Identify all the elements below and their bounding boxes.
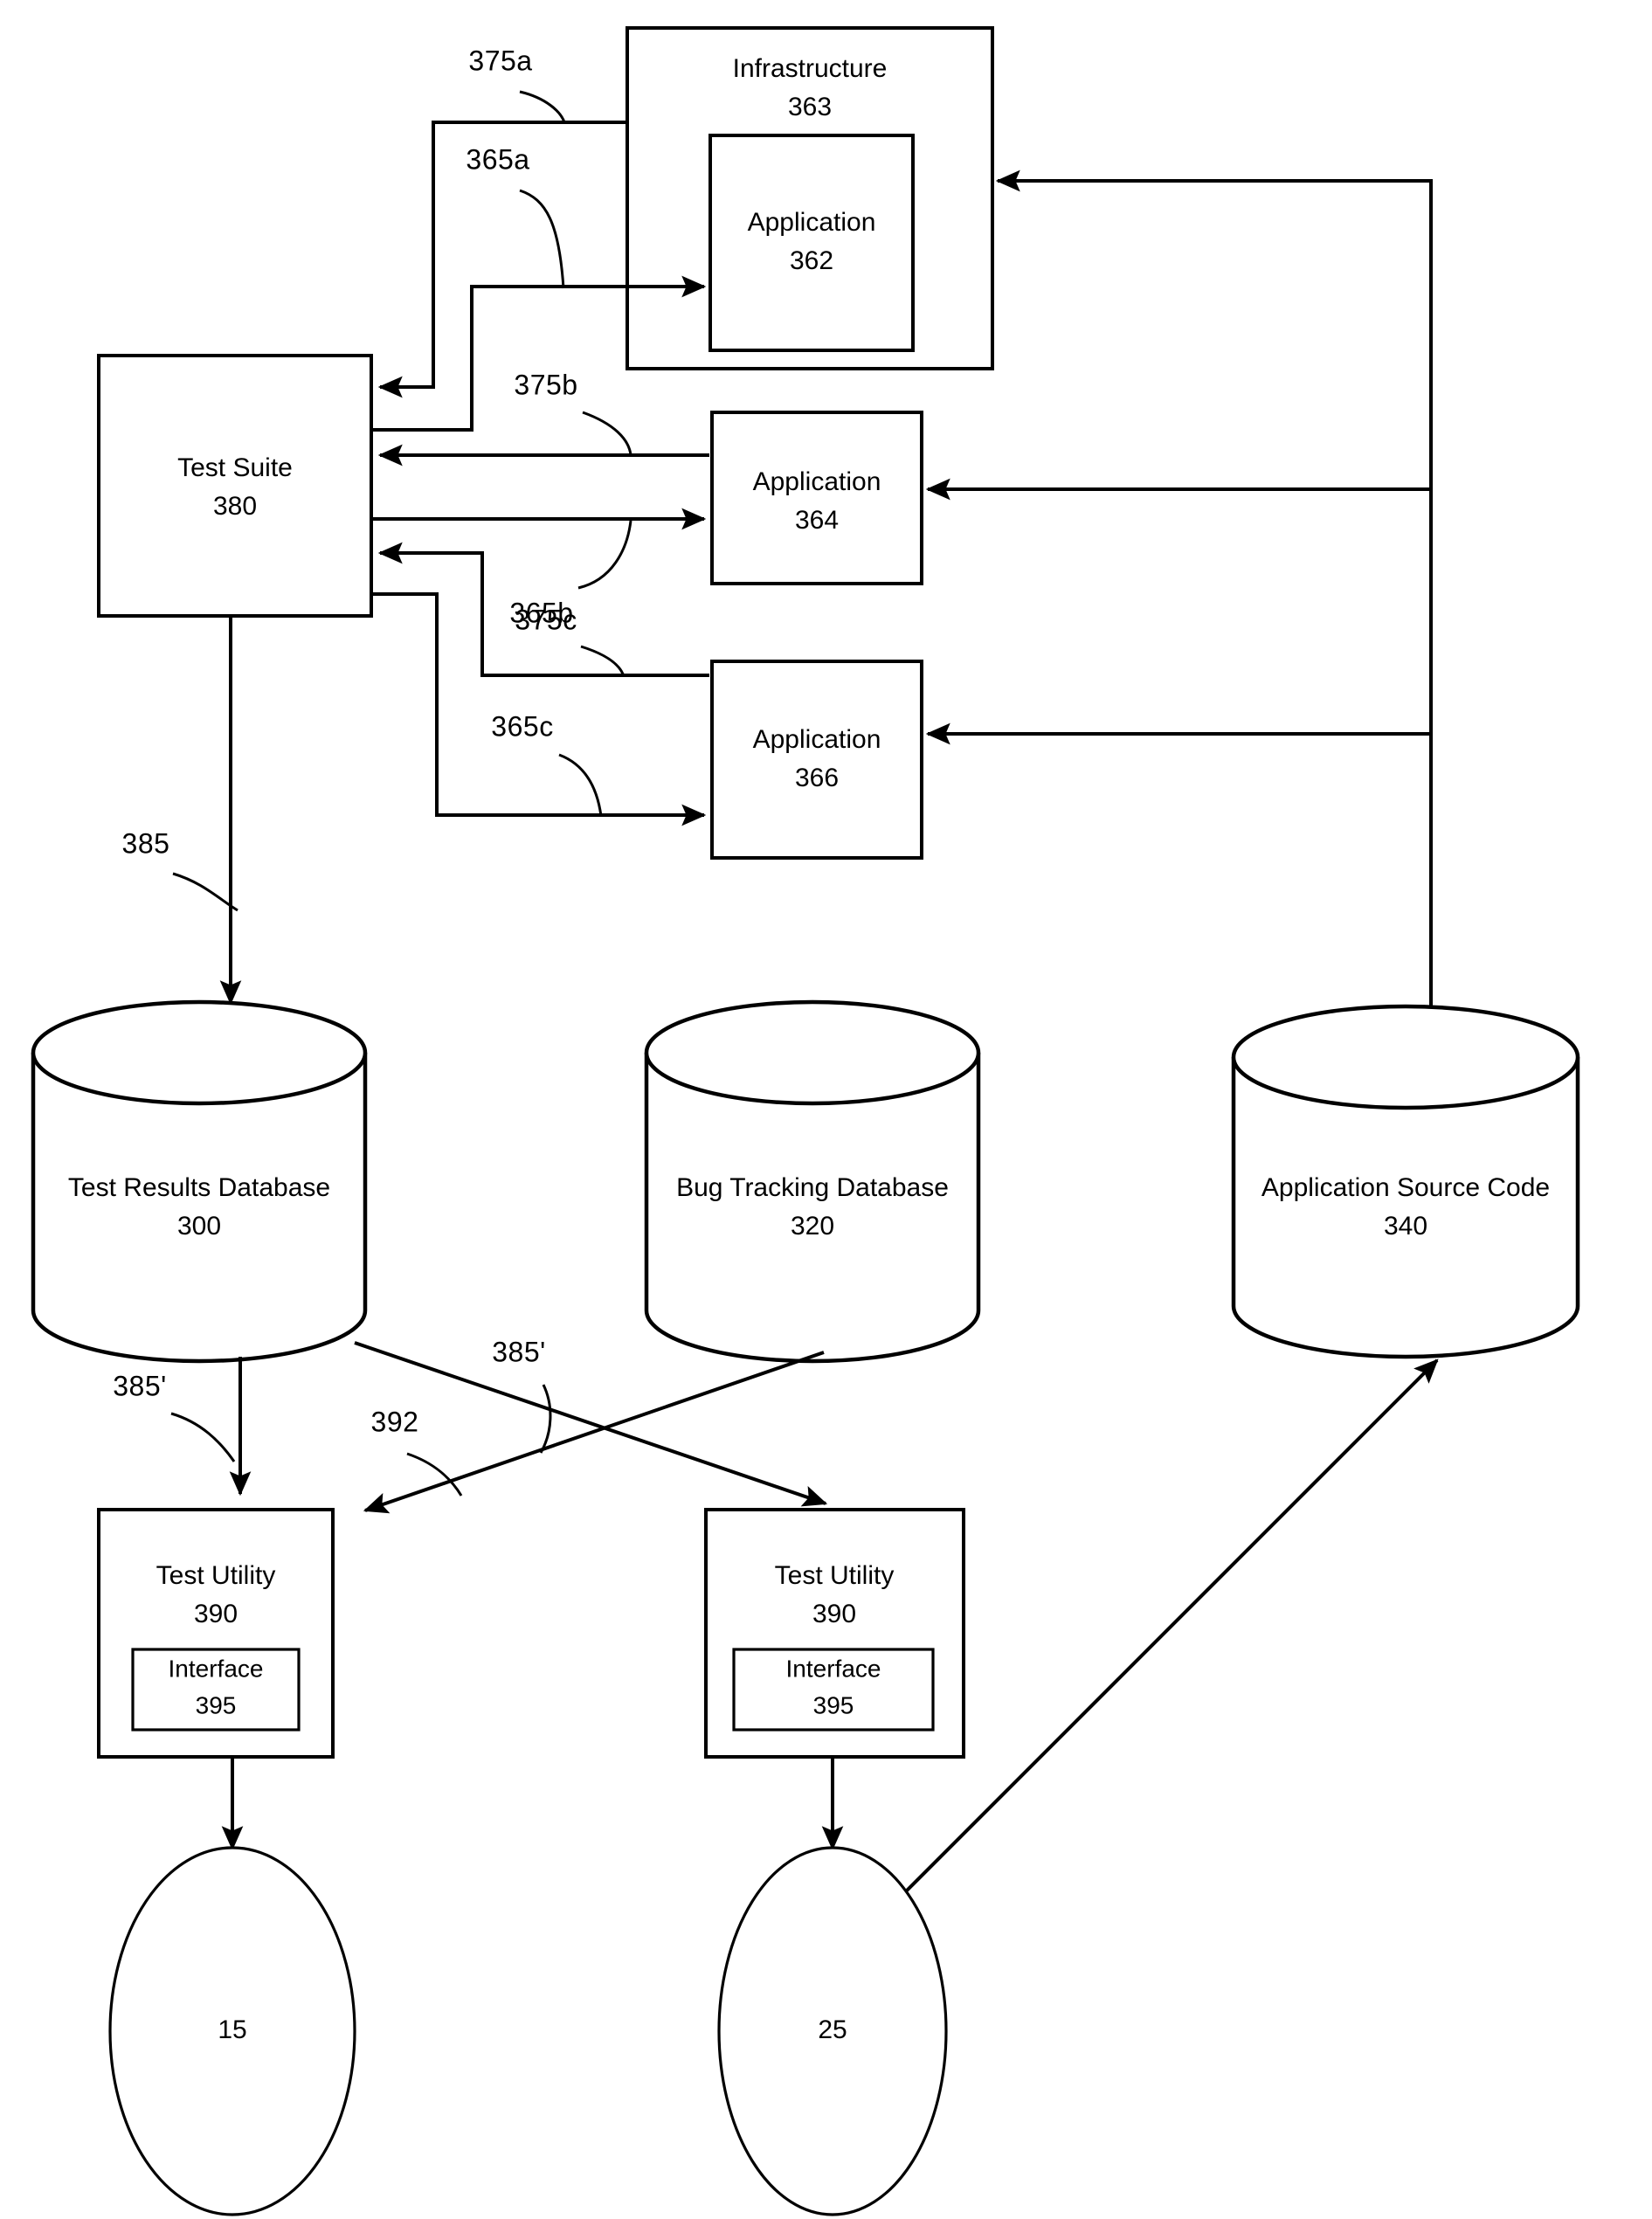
- interface-right-ref: 395: [813, 1691, 854, 1718]
- patent-figure-canvas: Infrastructure 363 Application 362 Appli…: [0, 0, 1652, 2219]
- bug-tracking-database-title: Bug Tracking Database: [676, 1173, 949, 1202]
- leader-385-prime-diagonal: [539, 1384, 552, 1454]
- test-suite-node: Test Suite 380: [97, 354, 373, 618]
- interface-left-ref: 395: [196, 1691, 237, 1718]
- application-362-ref: 362: [790, 246, 833, 275]
- test-suite-title: Test Suite: [177, 453, 293, 482]
- connector-392: [363, 1351, 825, 1514]
- connector-375c-label: 375c: [515, 604, 577, 635]
- test-suite-box: [97, 354, 373, 618]
- application-364-ref: 364: [795, 506, 839, 535]
- application-362-title: Application: [748, 208, 876, 237]
- connector-terminal-25-to-application-source-code: [902, 1358, 1439, 1895]
- application-364-node: Application 364: [710, 411, 923, 585]
- test-suite-ref: 380: [213, 492, 257, 521]
- leader-375c: [580, 645, 626, 677]
- application-364-title: Application: [753, 467, 881, 496]
- connector-385-prime-left-label: 385': [113, 1370, 167, 1401]
- application-364-box: [710, 411, 923, 585]
- connector-385-prime-diagonal: [354, 1341, 828, 1507]
- terminal-15-node: 15: [108, 1846, 356, 2216]
- interface-left-title: Interface: [169, 1655, 264, 1682]
- application-366-ref: 366: [795, 764, 839, 792]
- connector-385-prime-diagonal-label: 385': [492, 1336, 546, 1367]
- application-366-title: Application: [753, 725, 881, 754]
- application-source-code-title: Application Source Code: [1261, 1173, 1550, 1202]
- test-results-database-node: Test Results Database 300: [31, 999, 368, 1364]
- leader-385: [172, 872, 238, 912]
- test-results-database-ref: 300: [177, 1212, 221, 1241]
- connector-392-label: 392: [371, 1406, 419, 1437]
- terminal-25-label: 25: [818, 2015, 847, 2044]
- leader-385-prime-left: [170, 1412, 236, 1462]
- application-source-code-node: Application Source Code 340: [1231, 1004, 1580, 1359]
- leader-365c: [558, 753, 603, 817]
- test-results-database-title: Test Results Database: [68, 1173, 330, 1202]
- leader-375b: [582, 411, 632, 456]
- test-results-database-cylinder-top: [31, 999, 368, 1106]
- application-366-node: Application 366: [710, 660, 923, 860]
- terminal-15-label: 15: [218, 2015, 246, 2044]
- bug-tracking-database-cylinder-top: [644, 999, 981, 1106]
- test-utility-right-ref: 390: [812, 1600, 856, 1628]
- connector-365a-label: 365a: [466, 143, 529, 175]
- application-362-box: [708, 134, 915, 352]
- leader-365a: [519, 189, 565, 289]
- connector-375a-label: 375a: [468, 45, 532, 76]
- infrastructure-ref: 363: [788, 93, 832, 121]
- test-utility-left-ref: 390: [194, 1600, 238, 1628]
- test-utility-left-node: Test Utility 390 Interface 395: [97, 1508, 335, 1759]
- leader-365b: [577, 520, 632, 590]
- infrastructure-node: Infrastructure 363 Application 362: [626, 26, 994, 370]
- connector-375b-label: 375b: [514, 369, 577, 400]
- leader-375a: [519, 90, 566, 123]
- bug-tracking-database-node: Bug Tracking Database 320: [644, 999, 981, 1364]
- block-diagram-svg: Infrastructure 363 Application 362 Appli…: [31, 26, 1580, 2216]
- bug-tracking-database-ref: 320: [791, 1212, 834, 1241]
- connector-385-label: 385: [122, 827, 170, 859]
- test-utility-left-title: Test Utility: [156, 1561, 276, 1590]
- leader-392: [406, 1452, 463, 1497]
- terminal-25-node: 25: [717, 1846, 948, 2216]
- test-utility-right-title: Test Utility: [775, 1561, 895, 1590]
- application-source-code-ref: 340: [1384, 1212, 1427, 1241]
- interface-right-title: Interface: [786, 1655, 881, 1682]
- connector-source-to-infrastructure: [995, 169, 1433, 1013]
- application-366-box: [710, 660, 923, 860]
- connector-365c-label: 365c: [491, 710, 553, 742]
- application-source-code-cylinder-top: [1231, 1004, 1580, 1110]
- test-utility-right-node: Test Utility 390 Interface 395: [704, 1508, 965, 1759]
- infrastructure-title: Infrastructure: [733, 54, 888, 83]
